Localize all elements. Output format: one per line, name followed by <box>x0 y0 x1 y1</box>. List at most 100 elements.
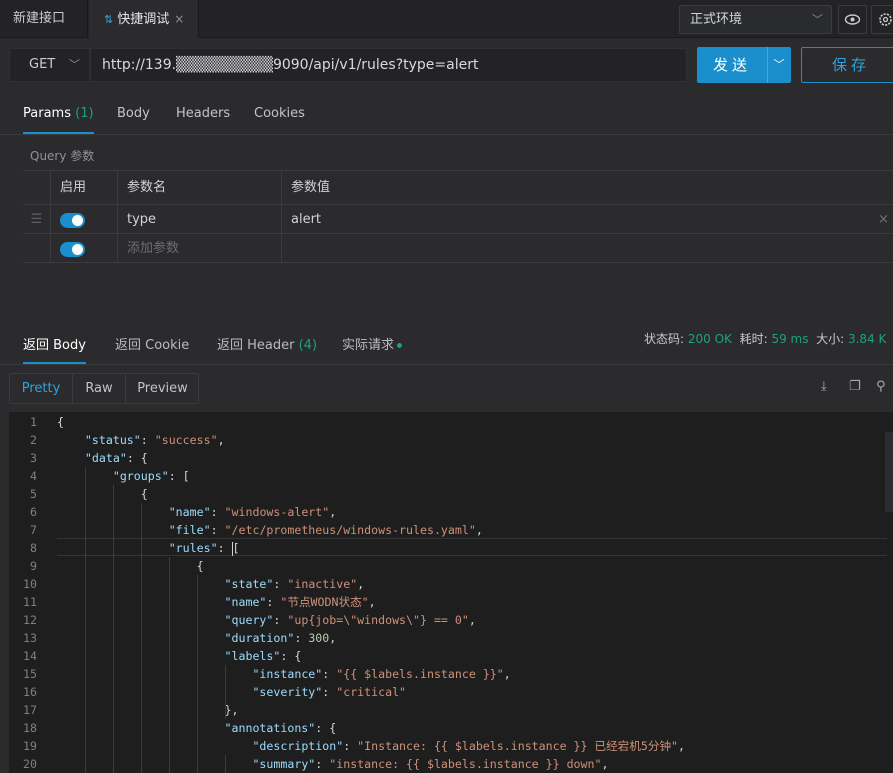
settings-button[interactable] <box>871 5 893 34</box>
line-number: 13 <box>23 631 37 645</box>
time-value: 59 ms <box>771 332 809 346</box>
code-text: { <box>57 415 64 429</box>
tab-response-header[interactable]: 返回 Header (4) <box>217 330 317 364</box>
table-header-row: 启用 参数名 参数值 <box>23 171 893 205</box>
table-row: ☰ type alert × <box>23 205 893 234</box>
tab-params[interactable]: Params (1) <box>23 97 94 134</box>
url-input[interactable]: http://139.▒▒▒▒▒▒▒▒▒9090/api/v1/rules?ty… <box>90 48 687 82</box>
tab-response-cookie[interactable]: 返回 Cookie <box>115 330 189 364</box>
indent-guide <box>141 503 142 773</box>
tab-cookies-label: Cookies <box>254 106 305 121</box>
line-number: 14 <box>23 649 37 663</box>
code-text: "state": "inactive", <box>224 577 365 591</box>
code-text: "status": "success", <box>84 433 225 447</box>
download-icon[interactable]: ⤓ <box>821 379 827 394</box>
enabled-toggle[interactable] <box>60 242 85 257</box>
response-header-count: (4) <box>298 338 318 353</box>
params-count: (1) <box>75 106 94 121</box>
line-number: 3 <box>30 451 37 465</box>
save-button-label: 保存 <box>831 56 870 74</box>
environment-select[interactable]: 正式环境 ﹀ <box>679 5 832 34</box>
time-label: 耗时: <box>739 332 768 346</box>
code-line: 5 { <box>9 485 893 503</box>
tab-actual-request[interactable]: 实际请求 <box>342 330 403 364</box>
chevron-down-icon: ﹀ <box>812 13 823 26</box>
indent-guide <box>225 755 226 773</box>
code-text: "instance": "{{ $labels.instance }}", <box>252 667 511 681</box>
tab-response-body-label: 返回 Body <box>23 338 86 353</box>
tab-preview-label: Preview <box>137 381 188 396</box>
line-number: 20 <box>23 757 37 771</box>
code-line: 2 "status": "success", <box>9 431 893 449</box>
search-icon[interactable]: ⚲ <box>876 379 886 394</box>
indent-guide <box>169 557 170 773</box>
param-name-input[interactable]: type <box>117 205 281 233</box>
code-text: "description": "Instance: {{ $labels.ins… <box>252 739 686 753</box>
line-number: 12 <box>23 613 37 627</box>
response-code-editor[interactable]: 1{2 "status": "success", 3 "data": {4 "gr… <box>9 412 893 773</box>
line-number: 2 <box>30 433 37 447</box>
tab-new-api-label: 新建接口 <box>13 11 66 26</box>
debug-icon: ⇅ <box>104 13 114 26</box>
tab-response-body[interactable]: 返回 Body <box>23 330 86 364</box>
save-button[interactable]: 保存 <box>801 47 893 83</box>
code-text: "severity": "critical" <box>252 685 407 699</box>
tab-body-label: Body <box>117 106 150 121</box>
line-number: 7 <box>30 523 37 537</box>
query-section-label: Query 参数 <box>30 149 95 163</box>
tab-quick-debug[interactable]: ⇅ 快捷调试 × <box>89 0 199 38</box>
param-value-input[interactable]: alert × <box>281 205 893 233</box>
drag-handle-icon[interactable]: ☰ <box>23 205 50 233</box>
close-icon[interactable]: × <box>174 12 184 26</box>
status-code-label: 状态码: <box>644 332 685 346</box>
status-dot-icon <box>397 343 403 348</box>
code-text: "query": "up{job=\"windows\"} == 0", <box>224 613 476 627</box>
line-number: 10 <box>23 577 37 591</box>
tab-raw[interactable]: Raw <box>73 374 126 403</box>
code-text: "groups": [ <box>112 469 190 483</box>
line-number: 18 <box>23 721 37 735</box>
tab-headers-label: Headers <box>176 106 231 121</box>
line-number: 1 <box>30 415 37 429</box>
copy-icon[interactable]: ❐ <box>849 379 861 394</box>
request-tabs: Params (1) Body Headers Cookies <box>0 97 893 135</box>
tab-preview[interactable]: Preview <box>126 374 199 403</box>
send-button[interactable]: 发送 ﹀ <box>697 47 791 83</box>
code-line: 4 "groups": [ <box>9 467 893 485</box>
indent-guide <box>113 485 114 773</box>
code-text: { <box>57 487 148 501</box>
url-value: http://139.▒▒▒▒▒▒▒▒▒9090/api/v1/rules?ty… <box>102 57 479 73</box>
method-value: GET <box>29 57 56 72</box>
indent-guide <box>225 665 226 719</box>
new-param-value-input[interactable] <box>281 234 893 262</box>
add-param-input[interactable]: 添加参数 <box>117 234 281 262</box>
line-number: 6 <box>30 505 37 519</box>
code-text: "summary": "instance: {{ $labels.instanc… <box>252 757 609 771</box>
delete-row-icon[interactable]: × <box>878 205 889 234</box>
tab-response-header-label: 返回 Header <box>217 338 295 353</box>
line-number: 11 <box>23 595 37 609</box>
tab-bar: 新建接口 ⇅ 快捷调试 × 正式环境 ﹀ <box>0 0 893 38</box>
param-value: alert <box>291 212 322 227</box>
code-line: 3 "data": { <box>9 449 893 467</box>
code-text: { <box>57 559 204 573</box>
tab-raw-label: Raw <box>85 381 113 396</box>
size-value: 3.84 K <box>847 332 887 346</box>
tab-headers[interactable]: Headers <box>176 97 230 134</box>
line-number: 5 <box>30 487 37 501</box>
tab-pretty[interactable]: Pretty <box>10 374 73 403</box>
eye-button[interactable] <box>838 5 867 34</box>
tab-cookies[interactable]: Cookies <box>254 97 305 134</box>
indent-guide <box>85 467 86 773</box>
col-enabled-header: 启用 <box>50 171 117 204</box>
chevron-down-icon: ﹀ <box>69 58 80 71</box>
send-options-chevron-icon[interactable]: ﹀ <box>767 47 791 83</box>
method-select[interactable]: GET ﹀ <box>9 48 90 82</box>
tab-quick-debug-label: 快捷调试 <box>117 12 170 27</box>
params-table: 启用 参数名 参数值 ☰ type alert × 添加参数 <box>23 170 893 263</box>
view-mode-group: Pretty Raw Preview <box>9 373 199 404</box>
tab-new-api[interactable]: 新建接口 <box>0 0 88 38</box>
tab-body[interactable]: Body <box>117 97 150 134</box>
enabled-toggle[interactable] <box>60 213 85 228</box>
send-button-label: 发送 <box>712 56 751 74</box>
